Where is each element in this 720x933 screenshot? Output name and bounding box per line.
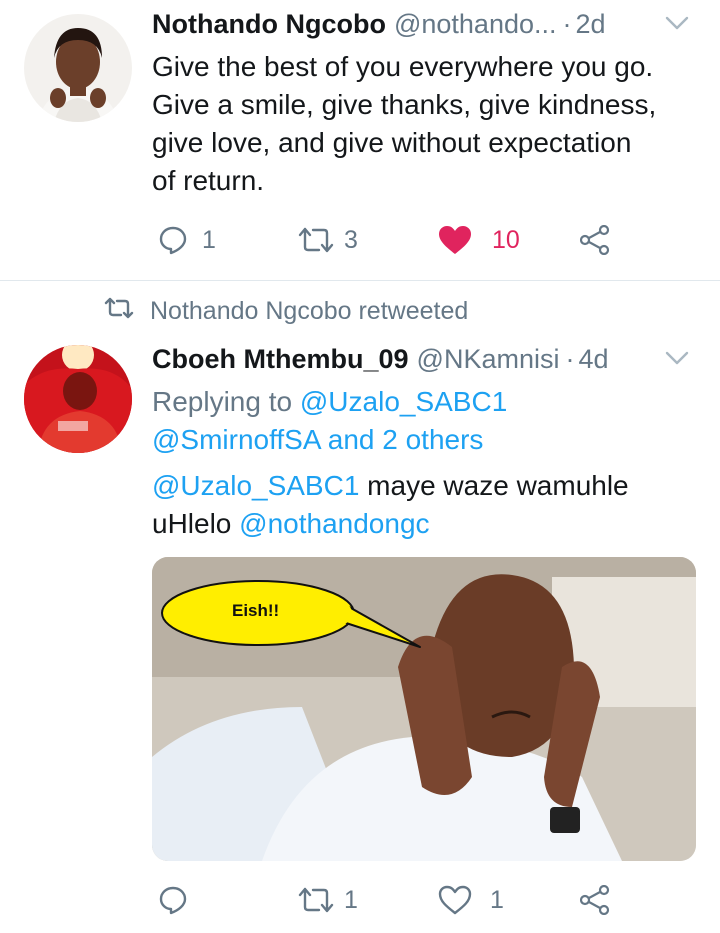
speech-bubble: Eish!! xyxy=(158,577,421,648)
like-button[interactable]: 10 xyxy=(438,220,520,260)
retweet-icon xyxy=(104,297,150,326)
tweet-header: Cboeh Mthembu_09 @NKamnisi · 4d xyxy=(152,339,690,379)
retweet-count: 3 xyxy=(344,225,358,254)
retweeted-by-label[interactable]: Nothando Ngcobo retweeted xyxy=(150,297,468,326)
separator-dot: · xyxy=(562,8,572,39)
tweet-header: Nothando Ngcobo @nothando... · 2d xyxy=(152,4,690,44)
retweet-icon xyxy=(298,885,334,915)
tweet-text-line: of return. xyxy=(152,165,265,196)
share-icon xyxy=(580,225,610,255)
tweet-time[interactable]: 4d xyxy=(578,344,608,375)
chevron-down-icon[interactable] xyxy=(664,10,690,36)
share-button[interactable] xyxy=(580,220,610,260)
speech-bubble-text: Eish!! xyxy=(232,601,280,620)
share-icon xyxy=(580,885,610,915)
author-name[interactable]: Nothando Ngcobo xyxy=(152,9,386,40)
tweet-text-line: Give the best of you everywhere you go. xyxy=(152,51,654,82)
tweet-text: @Uzalo_SABC1 maye waze wamuhle uHlelo @n… xyxy=(152,467,684,543)
tweet-actions: 1 1 xyxy=(152,880,672,920)
author-name[interactable]: Cboeh Mthembu_09 xyxy=(152,344,409,375)
separator-dot: · xyxy=(565,343,575,374)
heart-outline-icon xyxy=(438,885,472,915)
mention-link[interactable]: @Uzalo_SABC1 xyxy=(152,470,359,501)
like-count: 1 xyxy=(490,885,504,914)
reply-icon xyxy=(158,885,188,915)
like-button[interactable]: 1 xyxy=(438,880,504,920)
author-handle[interactable]: @nothando... xyxy=(394,9,557,40)
avatar[interactable] xyxy=(24,345,132,453)
mention-link[interactable]: @Uzalo_SABC1 xyxy=(300,386,507,417)
tweet-text-part: uHlelo xyxy=(152,508,240,539)
retweet-context: Nothando Ngcobo retweeted xyxy=(104,293,468,329)
retweet-icon xyxy=(298,225,334,255)
tweet-card[interactable]: Nothando Ngcobo retweeted Cboeh Mthembu_… xyxy=(0,281,720,933)
others-link[interactable]: and 2 others xyxy=(328,424,484,455)
replying-to: Replying to @Uzalo_SABC1 @SmirnoffSA and… xyxy=(152,383,684,459)
mention-link[interactable]: @nothandongc xyxy=(239,508,429,539)
replying-to-label: Replying to xyxy=(152,386,293,417)
retweet-count: 1 xyxy=(344,885,358,914)
tweet-actions: 1 3 10 xyxy=(152,220,672,260)
tweet-text-line: Give a smile, give thanks, give kindness… xyxy=(152,89,657,120)
tweet-media-image[interactable]: Eish!! xyxy=(152,557,696,861)
reply-button[interactable]: 1 xyxy=(158,220,216,260)
author-handle[interactable]: @NKamnisi xyxy=(417,344,560,375)
reply-icon xyxy=(158,225,188,255)
share-button[interactable] xyxy=(580,880,610,920)
tweet-time[interactable]: 2d xyxy=(576,9,606,40)
mention-link[interactable]: @SmirnoffSA xyxy=(152,424,320,455)
tweet-text-part: maye waze wamuhle xyxy=(359,470,629,501)
like-count: 10 xyxy=(492,225,520,254)
tweet-card[interactable]: Nothando Ngcobo @nothando... · 2d Give t… xyxy=(0,0,720,280)
retweet-button[interactable]: 3 xyxy=(298,220,358,260)
tweet-text-line: give love, and give without expectation xyxy=(152,127,632,158)
avatar[interactable] xyxy=(24,14,132,122)
chevron-down-icon[interactable] xyxy=(664,345,690,371)
heart-filled-icon xyxy=(438,225,472,255)
retweet-button[interactable]: 1 xyxy=(298,880,358,920)
tweet-text: Give the best of you everywhere you go. … xyxy=(152,48,684,200)
reply-button[interactable] xyxy=(158,880,202,920)
reply-count: 1 xyxy=(202,225,216,254)
